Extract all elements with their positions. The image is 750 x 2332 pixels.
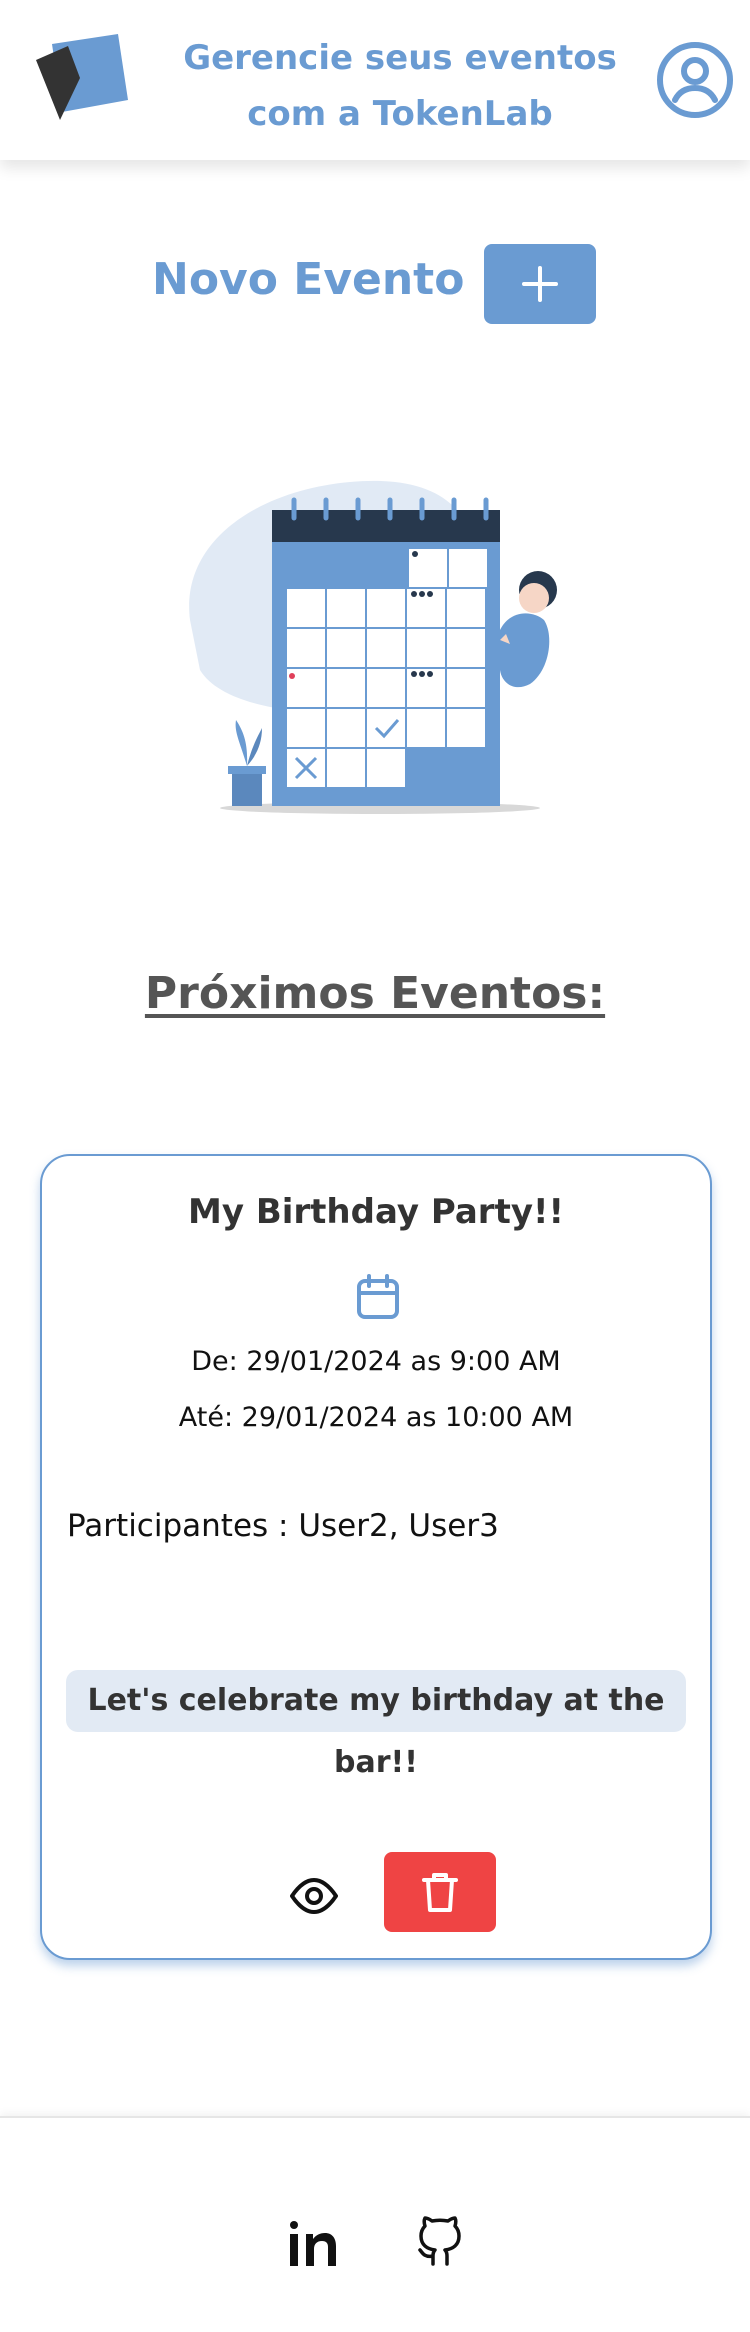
- app-footer: [0, 2116, 750, 2332]
- calendar-person-illustration: [170, 470, 580, 820]
- event-title: My Birthday Party!!: [187, 1192, 564, 1232]
- github-icon[interactable]: [412, 2214, 468, 2270]
- user-circle-icon[interactable]: [655, 40, 735, 120]
- trash-icon: [422, 1873, 458, 1912]
- plus-icon: [522, 266, 558, 302]
- header-title-line2: com a TokenLab: [247, 94, 553, 134]
- tokenlab-logo-icon[interactable]: [32, 30, 128, 126]
- delete-event-button[interactable]: [384, 1852, 496, 1932]
- participants-label: Participantes :: [67, 1508, 289, 1544]
- header-title: Gerencie seus eventos com a TokenLab: [180, 30, 620, 142]
- upcoming-events-title: Próximos Eventos:: [144, 968, 606, 1019]
- new-event-row: Novo Evento: [0, 240, 750, 325]
- view-event-button[interactable]: [286, 1868, 342, 1924]
- event-card: My Birthday Party!! De: 29/01/2024 as 9:…: [40, 1154, 712, 1960]
- new-event-label: Novo Evento: [152, 254, 465, 305]
- event-participants: Participantes : User2, User3: [67, 1508, 499, 1544]
- app-header: Gerencie seus eventos com a TokenLab: [0, 0, 750, 160]
- linkedin-icon[interactable]: [284, 2216, 340, 2272]
- event-end-date: Até: 29/01/2024 as 10:00 AM: [178, 1402, 574, 1433]
- participants-list: User2, User3: [298, 1508, 499, 1544]
- add-event-button[interactable]: [484, 244, 596, 324]
- event-description: Let's celebrate my birthday at the bar!!: [66, 1670, 686, 1780]
- header-title-line1: Gerencie seus eventos: [183, 38, 617, 78]
- calendar-icon: [356, 1274, 400, 1320]
- event-start-date: De: 29/01/2024 as 9:00 AM: [191, 1346, 561, 1377]
- eye-icon: [290, 1878, 338, 1914]
